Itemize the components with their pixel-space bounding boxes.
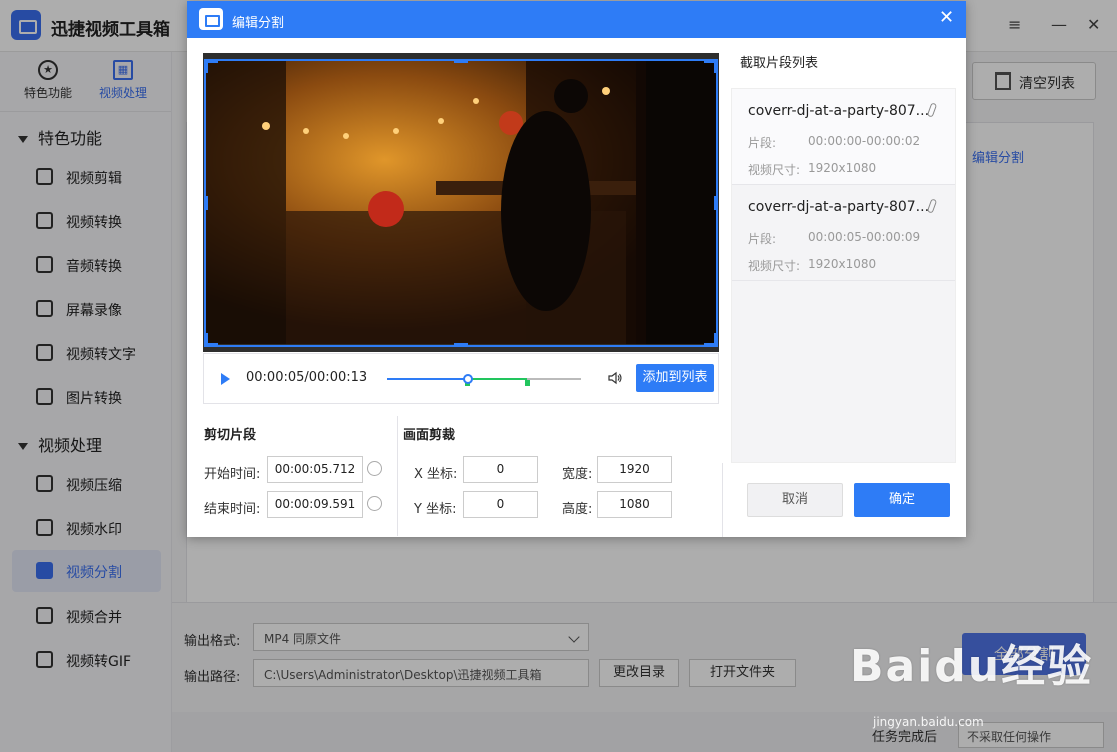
y-coord-input[interactable]: 0 [463, 491, 538, 518]
crop-handle[interactable] [454, 59, 468, 63]
segment-range-value: 00:00:00-00:00:02 [808, 134, 921, 148]
x-coord-label: X 坐标: [414, 467, 458, 482]
start-time-input[interactable]: 00:00:05.712 [267, 456, 363, 483]
play-icon[interactable] [221, 373, 230, 385]
x-coord-input[interactable]: 0 [463, 456, 538, 483]
timeline-track[interactable] [387, 374, 581, 386]
video-size-value: 1920x1080 [808, 257, 877, 271]
segment-list-title: 截取片段列表 [740, 56, 819, 71]
cut-section-title: 剪切片段 [204, 428, 257, 443]
range-end-marker[interactable] [524, 380, 530, 386]
watermark-url: jingyan.baidu.com [873, 715, 984, 729]
segment-range-label: 片段: [748, 136, 777, 150]
reset-end-icon[interactable] [367, 496, 382, 511]
baidu-watermark: Baidu经验 [850, 641, 1094, 692]
dialog-title: 编辑分割 [232, 16, 285, 31]
crop-handle[interactable] [454, 343, 468, 347]
video-size-value: 1920x1080 [808, 161, 877, 175]
crop-handle[interactable] [204, 196, 208, 210]
crop-box[interactable] [204, 59, 718, 347]
segment-name: coverr-dj-at-a-party-807... [748, 103, 930, 119]
dialog-header: 编辑分割 ✕ [187, 1, 966, 38]
list-item[interactable]: coverr-dj-at-a-party-807... 片段: 00:00:05… [732, 185, 955, 281]
time-display: 00:00:05/00:00:13 [246, 370, 368, 385]
video-size-label: 视频尺寸: [748, 259, 801, 273]
reset-start-icon[interactable] [367, 461, 382, 476]
playhead-knob[interactable] [463, 374, 474, 384]
crop-handle[interactable] [204, 333, 208, 347]
add-to-list-button[interactable]: 添加到列表 [636, 364, 714, 392]
y-coord-label: Y 坐标: [414, 502, 457, 517]
confirm-button[interactable]: 确定 [854, 483, 950, 517]
list-item[interactable]: coverr-dj-at-a-party-807... 片段: 00:00:00… [732, 89, 955, 185]
crop-handle[interactable] [204, 59, 208, 73]
close-icon[interactable]: ✕ [939, 9, 954, 27]
player-controls: 00:00:05/00:00:13 添加到列表 [203, 353, 719, 404]
segment-range-value: 00:00:05-00:00:09 [808, 230, 921, 244]
segment-name: coverr-dj-at-a-party-807... [748, 199, 930, 215]
start-time-label: 开始时间: [204, 467, 261, 482]
height-input[interactable]: 1080 [597, 491, 672, 518]
edit-split-dialog: 编辑分割 ✕ 00:00:05/00:00:13 添加到列表 剪切片段 开始时间… [187, 1, 966, 537]
crop-handle[interactable] [714, 59, 718, 73]
segment-range-label: 片段: [748, 232, 777, 246]
end-time-label: 结束时间: [204, 502, 261, 517]
divider [397, 416, 398, 536]
crop-section-title: 画面剪裁 [403, 428, 456, 443]
timeline-progress [387, 378, 469, 380]
width-label: 宽度: [562, 467, 593, 482]
selected-range [468, 378, 527, 380]
width-input[interactable]: 1920 [597, 456, 672, 483]
crop-handle[interactable] [714, 196, 718, 210]
toolbox-icon [199, 8, 223, 30]
divider [722, 463, 723, 537]
cancel-button[interactable]: 取消 [747, 483, 843, 517]
end-time-input[interactable]: 00:00:09.591 [267, 491, 363, 518]
segment-list: coverr-dj-at-a-party-807... 片段: 00:00:00… [731, 88, 956, 463]
volume-icon[interactable] [607, 370, 623, 386]
height-label: 高度: [562, 502, 593, 517]
video-size-label: 视频尺寸: [748, 163, 801, 177]
crop-handle[interactable] [714, 333, 718, 347]
